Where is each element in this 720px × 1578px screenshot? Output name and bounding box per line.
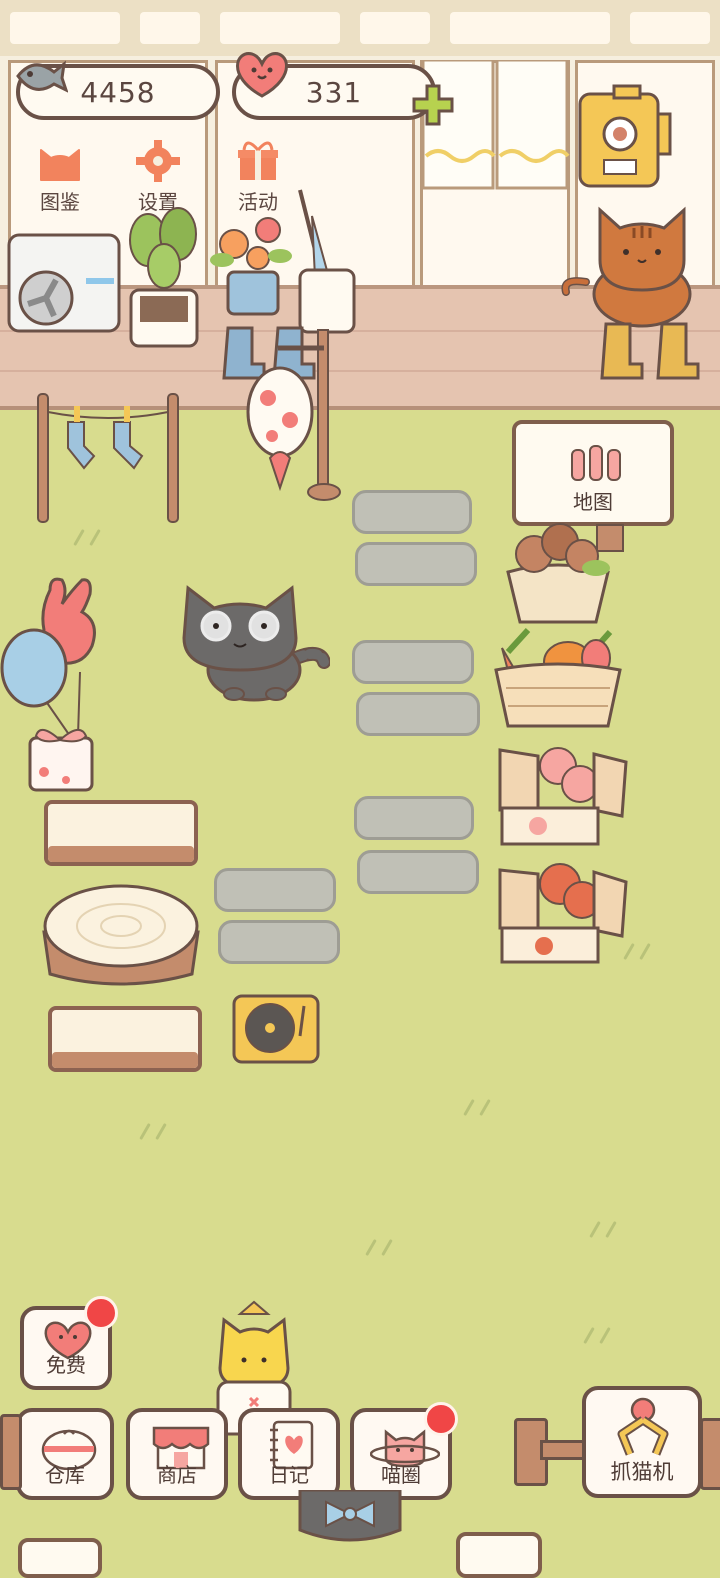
shop-label: 商店 xyxy=(157,1463,197,1487)
grass-tuft xyxy=(463,1098,475,1117)
record-player[interactable] xyxy=(230,992,322,1068)
flower-pot[interactable] xyxy=(204,200,300,320)
grass-tuft xyxy=(381,1238,393,1257)
bottom-sign xyxy=(456,1532,542,1578)
grass-tuft xyxy=(89,528,101,547)
heart-icon xyxy=(236,52,288,98)
grass-tuft xyxy=(583,1326,595,1345)
shop-button[interactable]: 商店 xyxy=(126,1408,228,1500)
air-conditioner[interactable] xyxy=(6,232,124,336)
fence-icon xyxy=(571,445,621,481)
stepping-stone xyxy=(357,850,479,894)
tomato-crate[interactable] xyxy=(498,858,628,966)
grass-tuft xyxy=(139,1122,151,1141)
umbrella-stand[interactable] xyxy=(294,186,360,336)
fence-post xyxy=(0,1414,22,1490)
gift-icon xyxy=(238,141,278,180)
clothesline[interactable] xyxy=(34,392,184,524)
beam-slot xyxy=(10,12,120,44)
gear-icon xyxy=(136,140,180,182)
blue-bow-cat xyxy=(298,1490,402,1542)
grass-tuft xyxy=(589,1220,601,1239)
balloon-gift[interactable] xyxy=(0,576,124,796)
warehouse-label: 仓库 xyxy=(45,1463,85,1487)
fence-post xyxy=(700,1418,720,1490)
free-label: 免费 xyxy=(46,1353,86,1377)
heart-count: 331 xyxy=(305,75,363,109)
fish-icon xyxy=(16,60,68,93)
cat-circle-label: 喵圈 xyxy=(381,1463,421,1487)
grass-tuft xyxy=(599,1326,611,1345)
lantern[interactable] xyxy=(238,328,348,506)
cat-head-icon xyxy=(40,149,80,181)
bench-side xyxy=(52,1052,198,1068)
beam-slot xyxy=(220,12,340,44)
stepping-stone xyxy=(352,640,474,684)
stepping-stone xyxy=(214,868,336,912)
grass-tuft xyxy=(365,1238,377,1257)
claw-machine-label: 抓猫机 xyxy=(610,1460,674,1484)
vegetable-basket[interactable] xyxy=(492,622,624,732)
curtain xyxy=(421,60,570,190)
potted-plant[interactable] xyxy=(118,190,208,350)
map-sign[interactable]: 地图 xyxy=(512,420,674,526)
bench-side xyxy=(48,846,194,862)
map-label: 地图 xyxy=(573,490,613,514)
grass-tuft xyxy=(605,1220,617,1239)
beam-slot xyxy=(630,12,710,44)
claw-icon xyxy=(617,1397,669,1456)
beam-slot xyxy=(450,12,610,44)
bottom-sign xyxy=(18,1538,102,1578)
orange-cat[interactable] xyxy=(560,190,716,330)
plus-icon[interactable] xyxy=(410,82,456,128)
encyclopedia-label: 图鉴 xyxy=(40,190,80,214)
camera[interactable] xyxy=(574,84,678,198)
tree-stump[interactable] xyxy=(36,882,206,992)
diary-button[interactable]: 日记 xyxy=(238,1408,340,1500)
diary-label: 日记 xyxy=(269,1463,309,1487)
grass-tuft xyxy=(479,1098,491,1117)
warehouse-button[interactable]: 仓库 xyxy=(16,1408,114,1500)
fish-count: 4458 xyxy=(80,75,156,109)
mushroom-sack[interactable] xyxy=(500,518,616,626)
grass-tuft xyxy=(73,528,85,547)
stepping-stone xyxy=(352,490,472,534)
stepping-stone xyxy=(218,920,340,964)
notification-badge xyxy=(84,1296,118,1330)
peach-crate[interactable] xyxy=(498,740,628,848)
claw-machine-button[interactable]: 抓猫机 xyxy=(582,1386,702,1498)
stepping-stone xyxy=(354,796,474,840)
beam-slot xyxy=(140,12,200,44)
grey-cat[interactable] xyxy=(178,580,330,706)
rain-boots-yellow xyxy=(600,322,700,380)
beam-slot xyxy=(360,12,430,44)
stepping-stone xyxy=(355,542,477,586)
grass-tuft xyxy=(639,942,651,961)
encyclopedia-button[interactable]: 图鉴 xyxy=(20,140,100,215)
notification-badge xyxy=(424,1402,458,1436)
grass-tuft xyxy=(155,1122,167,1141)
stepping-stone xyxy=(356,692,480,736)
